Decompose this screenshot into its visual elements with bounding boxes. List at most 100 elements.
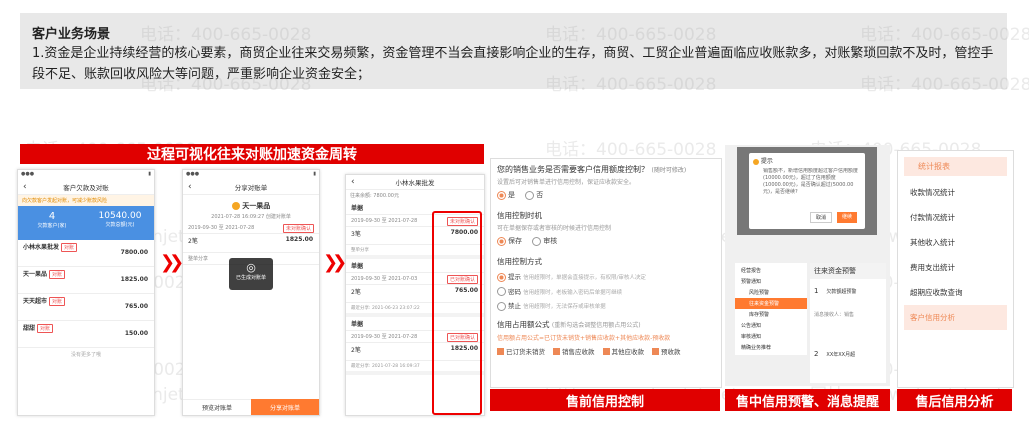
reconcile-badge[interactable]: 对账: [48, 270, 65, 279]
alert-detail: 往来资金预警 1 欠款额超预警 消息接收人：销售 2 XX年XX月超: [810, 263, 886, 383]
alert-menu-item[interactable]: 精确业务推荐: [735, 342, 807, 353]
method-label: 禁止: [508, 302, 521, 310]
list-item[interactable]: 小林水果批发 对账 7800.00: [18, 240, 154, 267]
checkbox-icon: [497, 348, 504, 355]
scenario-banner: 客户业务场景 1.资金是企业持续经营的核心要素，商贸企业往来交易频繁，资金管理不…: [20, 13, 1007, 89]
alert-menu-item[interactable]: 预警通知: [735, 276, 807, 287]
formula-checkbox[interactable]: 销售应收款: [553, 348, 595, 356]
toast: ◎ 已生成对账单: [229, 258, 273, 290]
back-icon[interactable]: ‹: [23, 182, 27, 192]
alert-recipient: 消息接收人：销售: [814, 312, 855, 318]
formula-checkbox[interactable]: 其他应收款: [602, 348, 644, 356]
watermark-phone: 电话：400-665-0028: [545, 140, 717, 160]
formula-checkbox[interactable]: 已订货未销货: [497, 348, 545, 356]
formula-checkbox[interactable]: 预收款: [652, 348, 681, 356]
preview-statement-button[interactable]: 预览对账单: [183, 399, 251, 415]
phone-share-statement: ●●● ▮ ‹ 分享对账单 天一果品 2021-07-28 16:09:27 创建…: [182, 169, 320, 416]
back-icon[interactable]: ‹: [351, 177, 355, 187]
customer-amount: 150.00: [124, 330, 148, 337]
alert-menu-item[interactable]: 风险预警: [735, 287, 807, 298]
timing-title: 信用控制时机: [497, 211, 542, 220]
report-title: 统计报表: [904, 157, 1007, 176]
reconcile-badge[interactable]: 对账: [36, 324, 53, 333]
reconcile-badge[interactable]: 对账: [48, 297, 65, 306]
report-item[interactable]: 费用支出统计: [898, 255, 1013, 280]
method-desc: 信用超限时，单据会直接提示，有权限/审核人决定: [523, 275, 646, 281]
customer-amount: 1825.00: [120, 276, 148, 283]
list-item[interactable]: 甜甜 对账 150.00: [18, 321, 154, 348]
method-label: 密码: [508, 287, 521, 296]
checkbox-label: 销售应收款: [562, 347, 595, 356]
method-option[interactable]: 提示 信用超限时，单据会直接提示，有权限/审核人决定: [497, 271, 715, 282]
phone2-amount: 1825.00: [285, 236, 313, 243]
phone2-shop: 天一果品: [242, 202, 271, 210]
method-radio[interactable]: [497, 287, 506, 296]
statement-count: 2笔: [351, 347, 361, 354]
credit-control-panel: 您的销售业务是否需要客户信用额度控制？ (随时可修改) 设置后可对销售单进行信用…: [490, 158, 722, 388]
report-item[interactable]: 其他收入统计: [898, 230, 1013, 255]
formula-sub: (重新勾选会调整信用额占用公式): [551, 321, 641, 329]
check-circle-icon: ◎: [246, 261, 256, 274]
chevron-right-icon: ❯❯: [160, 252, 184, 273]
method-radio[interactable]: [497, 272, 506, 282]
phone3-title: 小林水果批发: [395, 179, 435, 187]
debt-customer-count: 4: [48, 211, 56, 222]
customer-amount: 765.00: [124, 303, 148, 310]
report-item[interactable]: 收款情况统计: [898, 180, 1013, 205]
formula-text: 信用额占用公式=已订货未销货+销售应收款+其他应收款-预收款: [497, 334, 671, 342]
highlight-box: [432, 211, 482, 415]
radio-save[interactable]: [497, 236, 506, 246]
list-item[interactable]: 天天超市 对账 765.00: [18, 294, 154, 321]
reconcile-badge[interactable]: 对账: [60, 243, 77, 252]
alert-item-num: 1: [814, 287, 819, 295]
phone1-stats: 4 欠款客户(家) 10540.00 欠款总额(元): [18, 206, 154, 240]
phone1-hint: 向欠款客户发起对账，可减少账款风险: [18, 195, 154, 206]
alert-bottom-text: XX年XX月超: [826, 352, 856, 358]
report-item[interactable]: 客户信用分析: [904, 305, 1007, 330]
phone2-title: 分享对账单: [234, 184, 268, 192]
list-item[interactable]: 天一果品 对账 1825.00: [18, 267, 154, 294]
dialog-title: 提示: [760, 158, 773, 165]
radio-yes[interactable]: [497, 190, 506, 200]
customer-name: 天一果品: [23, 271, 48, 278]
radio-no-label: 否: [536, 191, 544, 199]
alert-menu-item[interactable]: 公告通知: [735, 320, 807, 331]
credit-question-sub: (随时可修改): [651, 167, 687, 174]
customer-amount: 7800.00: [120, 249, 148, 256]
report-item[interactable]: 付款情况统计: [898, 205, 1013, 230]
credit-report-label: 售后信用分析: [897, 389, 1012, 411]
method-radio[interactable]: [497, 301, 506, 311]
dialog-ok-button[interactable]: 继续: [836, 212, 857, 223]
method-option[interactable]: 密码 信用超限时，老板输入密码后单据可继续: [497, 286, 715, 296]
credit-alert-panel: 提示 销售额不，新增信用额度超过客户信用额度(10000.00元)，超过了信用额…: [725, 145, 890, 386]
method-desc: 信用超限时，无法保存或审核单据: [523, 304, 606, 310]
alert-menu-item[interactable]: 经营报告: [735, 265, 807, 276]
checkbox-label: 预收款: [661, 347, 681, 356]
alert-panel-title: 往来资金预警: [810, 263, 886, 279]
customer-name: 小林水果批发: [23, 244, 60, 251]
shop-icon: [231, 202, 240, 210]
radio-no[interactable]: [525, 190, 535, 200]
timing-note: 可在单据保存或者审核的时候进行信用控制: [497, 225, 612, 232]
debt-customer-label: 欠款客户(家): [37, 223, 67, 229]
alert-menu-item[interactable]: 库存预警: [735, 309, 807, 320]
radio-audit[interactable]: [532, 236, 542, 246]
toast-text: 已生成对账单: [235, 275, 266, 281]
report-item[interactable]: 超期应收款查询: [898, 280, 1013, 305]
radio-yes-label: 是: [508, 191, 515, 199]
banner-title: 客户业务场景: [32, 27, 111, 42]
formula-title: 信用占用额公式: [497, 319, 550, 329]
statement-count: 3笔: [351, 231, 361, 238]
radio-save-label: 保存: [508, 237, 522, 245]
alert-menu-item[interactable]: 往来资金预警: [735, 298, 807, 309]
phone1-title: 客户欠款及对账: [63, 184, 109, 192]
phone1-footer: 没有更多了哦: [70, 352, 101, 358]
status-badge: 未对账确认: [282, 224, 314, 233]
checkbox-icon: [553, 348, 560, 355]
back-icon[interactable]: ‹: [188, 182, 192, 192]
dialog-cancel-button[interactable]: 取消: [809, 212, 832, 223]
share-statement-button[interactable]: 分享对账单: [251, 399, 319, 415]
method-option[interactable]: 禁止 信用超限时，无法保存或审核单据: [497, 300, 715, 311]
alert-menu-item[interactable]: 审核通知: [735, 331, 807, 342]
credit-alert-label: 售中信用预警、消息提醒: [725, 389, 890, 411]
